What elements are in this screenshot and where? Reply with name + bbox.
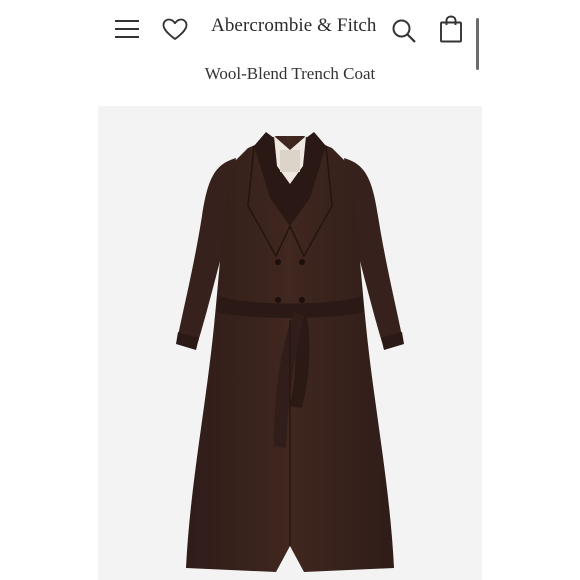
hamburger-menu-icon[interactable]	[114, 18, 140, 40]
top-navigation: Abercrombie & Fitch	[98, 0, 482, 60]
brand-logo[interactable]: Abercrombie & Fitch	[211, 15, 376, 37]
trench-coat-image	[176, 132, 404, 572]
shopping-bag-icon[interactable]	[439, 15, 463, 43]
search-icon[interactable]	[391, 18, 417, 44]
heart-icon[interactable]	[162, 18, 188, 42]
product-image[interactable]	[98, 106, 482, 580]
product-title: Wool-Blend Trench Coat	[204, 64, 376, 83]
app-frame: Abercrombie & Fitch Wool-Blend Trench Co…	[98, 0, 482, 580]
scrollbar[interactable]	[476, 18, 479, 70]
